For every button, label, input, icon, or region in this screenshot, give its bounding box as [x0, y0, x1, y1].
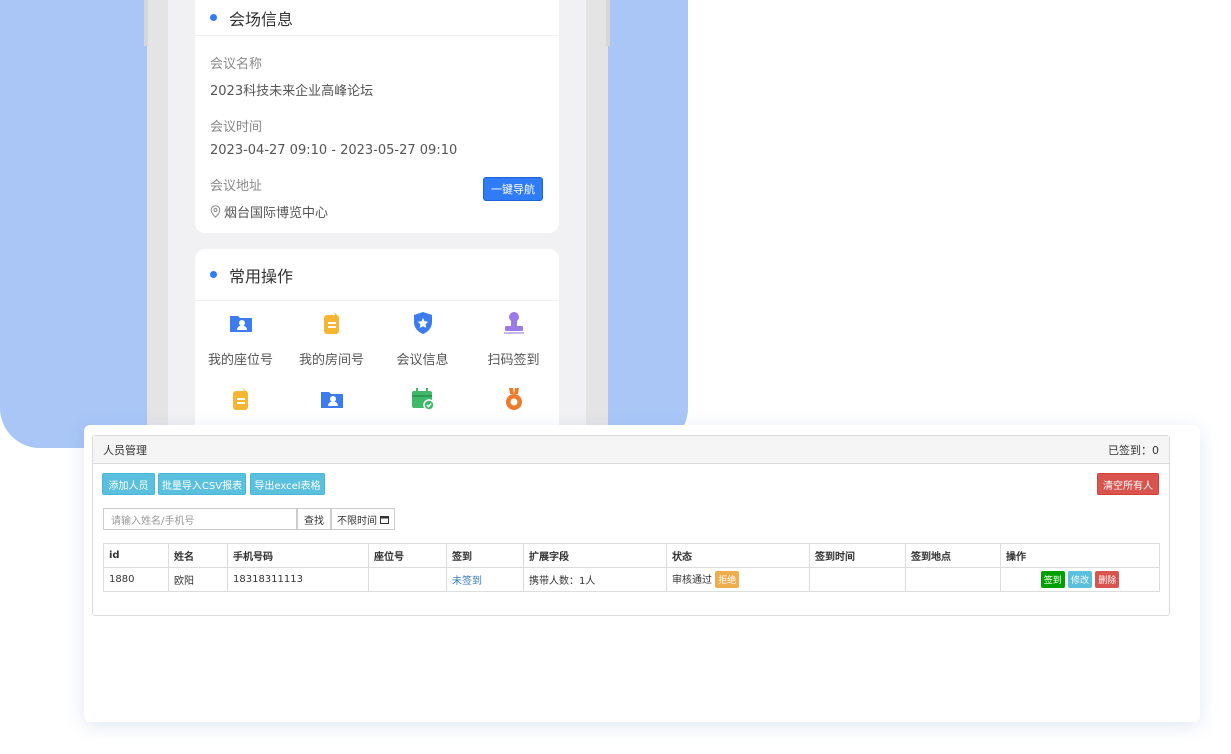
- ops-card-header: 常用操作: [195, 249, 559, 301]
- cell-signin-place: [905, 567, 1001, 592]
- calendar-icon: [380, 515, 389, 524]
- col-id: id: [103, 543, 169, 568]
- medal-icon: [502, 387, 526, 411]
- cell-name: 欧阳: [168, 567, 228, 592]
- admin-window: 人员管理 已签到：0 添加人员 批量导入CSV报表 导出excel表格 清空所有…: [84, 425, 1200, 722]
- cell-status: 审核通过 拒绝: [666, 567, 810, 592]
- meeting-name-value: 2023科技未来企业高峰论坛: [210, 84, 374, 99]
- add-person-button[interactable]: 添加人员: [102, 473, 155, 495]
- op-label: 我的座位号: [207, 353, 273, 368]
- stamp-icon: [502, 311, 526, 335]
- delete-action-button[interactable]: 删除: [1095, 571, 1120, 588]
- table-row: 1880 欧阳 18318311113 未签到 携带人数：1人 审核通过 拒绝: [103, 567, 1160, 592]
- clipboard-icon: [229, 387, 253, 411]
- signed-count: 已签到：0: [1108, 443, 1159, 457]
- cell-phone: 18318311113: [227, 567, 369, 592]
- user-folder-icon: [320, 387, 344, 411]
- cell-signin: 未签到: [446, 567, 524, 592]
- op-my-seat[interactable]: 我的座位号: [195, 311, 286, 387]
- meeting-time-value: 2023-04-27 09:10 - 2023-05-27 09:10: [210, 143, 458, 158]
- navigate-button[interactable]: 一键导航: [483, 177, 543, 201]
- col-signin: 签到: [446, 543, 524, 568]
- seat-folder-icon: [229, 311, 253, 335]
- col-seat: 座位号: [368, 543, 447, 568]
- op-label: 扫码签到: [487, 353, 540, 368]
- edit-action-button[interactable]: 修改: [1067, 571, 1092, 588]
- venue-card: 会场信息 会议名称 2023科技未来企业高峰论坛 会议时间 2023-04-27…: [195, 0, 559, 233]
- meeting-address-value: 烟台国际博览中心: [224, 206, 329, 221]
- staff-table: id 姓名 手机号码 座位号 签到 扩展字段 状态 签到时间 签到地点 操作 1: [103, 543, 1160, 592]
- phone-edge-right: [606, 0, 610, 46]
- time-filter-button[interactable]: 不限时间: [331, 508, 395, 530]
- col-actions: 操作: [1000, 543, 1160, 568]
- signin-status-link[interactable]: 未签到: [452, 576, 482, 587]
- bullet-dot-icon: [210, 14, 217, 21]
- status-text: 审核通过: [672, 575, 712, 586]
- cell-signin-time: [809, 567, 906, 592]
- signin-action-button[interactable]: 签到: [1040, 571, 1065, 588]
- op-scan-signin[interactable]: 扫码签到: [468, 311, 559, 387]
- table-header-row: id 姓名 手机号码 座位号 签到 扩展字段 状态 签到时间 签到地点 操作: [103, 543, 1160, 568]
- ops-title: 常用操作: [229, 266, 294, 286]
- reject-badge[interactable]: 拒绝: [715, 571, 740, 588]
- meeting-name-label: 会议名称: [210, 57, 263, 72]
- meeting-address-row: 烟台国际博览中心: [210, 202, 559, 221]
- col-ext: 扩展字段: [523, 543, 667, 568]
- meeting-time-field: 会议时间 2023-04-27 09:10 - 2023-05-27 09:10: [195, 116, 559, 158]
- room-tag-icon: [320, 311, 344, 335]
- cell-id: 1880: [103, 567, 169, 592]
- ops-card: 常用操作 我的座位号 我的房间号 会议信息 扫码签到: [195, 249, 559, 439]
- search-button[interactable]: 查找: [297, 508, 331, 530]
- op-my-room[interactable]: 我的房间号: [286, 311, 377, 387]
- time-filter-label: 不限时间: [337, 515, 377, 527]
- cell-ext: 携带人数：1人: [523, 567, 667, 592]
- op-label: 我的房间号: [298, 353, 364, 368]
- shield-star-icon: [411, 311, 435, 335]
- calendar-check-icon: [411, 387, 435, 411]
- panel-header: 人员管理 已签到：0: [93, 436, 1169, 464]
- cell-seat: [368, 567, 447, 592]
- import-csv-button[interactable]: 批量导入CSV报表: [158, 473, 246, 495]
- col-name: 姓名: [168, 543, 228, 568]
- phone-edge-left: [144, 0, 148, 46]
- clear-all-button[interactable]: 清空所有人: [1097, 473, 1159, 495]
- stage: 会场信息 会议名称 2023科技未来企业高峰论坛 会议时间 2023-04-27…: [0, 0, 1231, 754]
- staff-panel: 人员管理 已签到：0 添加人员 批量导入CSV报表 导出excel表格 清空所有…: [92, 435, 1170, 616]
- panel-title: 人员管理: [103, 443, 147, 457]
- meeting-name-field: 会议名称 2023科技未来企业高峰论坛: [195, 53, 559, 99]
- op-label: 会议信息: [396, 353, 449, 368]
- venue-title: 会场信息: [229, 9, 294, 29]
- cell-actions: 签到 修改 删除: [1000, 567, 1160, 592]
- venue-card-header: 会场信息: [195, 0, 559, 36]
- op-meeting-info[interactable]: 会议信息: [377, 311, 468, 387]
- col-signin-place: 签到地点: [905, 543, 1001, 568]
- bullet-dot-icon: [210, 271, 217, 278]
- col-status: 状态: [666, 543, 810, 568]
- search-input[interactable]: 请输入姓名/手机号: [103, 508, 297, 530]
- location-pin-icon: [210, 205, 221, 218]
- meeting-time-label: 会议时间: [210, 120, 263, 135]
- col-signin-time: 签到时间: [809, 543, 906, 568]
- col-phone: 手机号码: [227, 543, 369, 568]
- export-excel-button[interactable]: 导出excel表格: [250, 473, 325, 495]
